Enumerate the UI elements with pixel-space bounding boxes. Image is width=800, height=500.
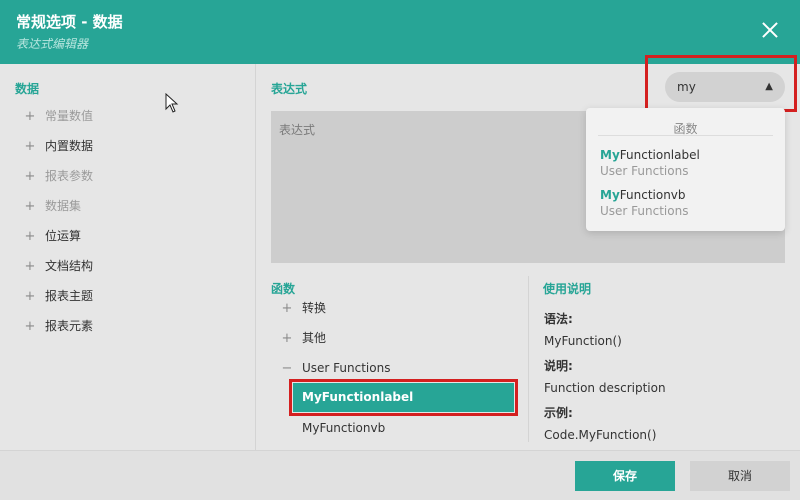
expression-placeholder: 表达式 bbox=[279, 123, 316, 137]
description-label: 说明: bbox=[544, 359, 573, 373]
plus-icon: + bbox=[281, 331, 293, 346]
function-category-convert[interactable]: + 转换 bbox=[280, 298, 326, 318]
tree-item-bitwise[interactable]: + 位运算 bbox=[23, 226, 81, 246]
function-category-user[interactable]: − User Functions bbox=[280, 358, 391, 378]
dialog-subtitle: 表达式编辑器 bbox=[16, 37, 89, 51]
tree-item-doc-structure[interactable]: + 文档结构 bbox=[23, 256, 93, 276]
help-title: 使用说明 bbox=[543, 282, 592, 296]
plus-icon: + bbox=[281, 301, 293, 316]
example-value: Code.MyFunction() bbox=[544, 428, 657, 442]
function-category-other[interactable]: + 其他 bbox=[280, 328, 326, 348]
syntax-value: MyFunction() bbox=[544, 334, 622, 348]
highlight-box-function bbox=[289, 379, 518, 416]
minus-icon: − bbox=[281, 361, 293, 376]
suggestion-category: User Functions bbox=[600, 204, 689, 218]
function-item[interactable]: MyFunctionvb bbox=[302, 418, 385, 438]
functions-title: 函数 bbox=[271, 282, 296, 296]
syntax-label: 语法: bbox=[544, 312, 573, 326]
plus-icon: + bbox=[24, 259, 36, 274]
close-icon[interactable] bbox=[757, 18, 783, 44]
save-button[interactable]: 保存 bbox=[575, 461, 675, 491]
dialog-title: 常规选项 - 数据 bbox=[16, 13, 123, 31]
tree-item-datasets[interactable]: + 数据集 bbox=[23, 196, 81, 216]
tree-item-constants[interactable]: + 常量数值 bbox=[23, 106, 93, 126]
example-label: 示例: bbox=[544, 406, 573, 420]
plus-icon: + bbox=[24, 229, 36, 244]
plus-icon: + bbox=[24, 139, 36, 154]
suggestion-option[interactable]: MyFunctionlabel User Functions bbox=[600, 148, 700, 178]
plus-icon: + bbox=[24, 169, 36, 184]
tree-item-builtin-data[interactable]: + 内置数据 bbox=[23, 136, 93, 156]
tree-item-report-params[interactable]: + 报表参数 bbox=[23, 166, 93, 186]
search-suggestions: 函数 MyFunctionlabel User Functions MyFunc… bbox=[586, 108, 785, 231]
plus-icon: + bbox=[24, 199, 36, 214]
tree-item-report-elements[interactable]: + 报表元素 bbox=[23, 316, 93, 336]
plus-icon: + bbox=[24, 289, 36, 304]
cancel-button[interactable]: 取消 bbox=[690, 461, 790, 491]
highlight-box-search bbox=[645, 55, 797, 112]
suggestions-header: 函数 bbox=[598, 120, 773, 136]
expression-title: 表达式 bbox=[271, 82, 308, 96]
data-panel-title: 数据 bbox=[15, 82, 40, 96]
suggestion-category: User Functions bbox=[600, 164, 689, 178]
plus-icon: + bbox=[24, 319, 36, 334]
plus-icon: + bbox=[24, 109, 36, 124]
tree-item-report-theme[interactable]: + 报表主题 bbox=[23, 286, 93, 306]
suggestion-option[interactable]: MyFunctionvb User Functions bbox=[600, 188, 688, 218]
description-value: Function description bbox=[544, 381, 666, 395]
mouse-cursor-icon bbox=[165, 93, 179, 113]
dialog-footer: 保存 取消 bbox=[0, 450, 800, 500]
